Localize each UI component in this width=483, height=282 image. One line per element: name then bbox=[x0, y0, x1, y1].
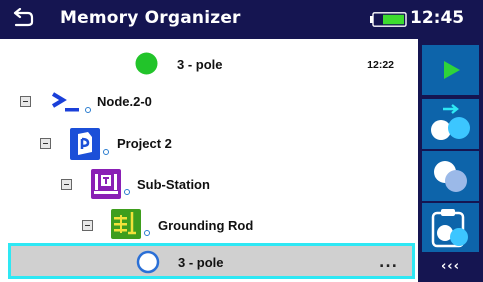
add-measurement-icon bbox=[430, 104, 470, 140]
clock: 12:45 bbox=[410, 8, 465, 28]
title-bar: Memory Organizer 12:45 bbox=[0, 0, 483, 39]
node-marker bbox=[103, 149, 109, 155]
play-icon bbox=[443, 61, 460, 79]
status-circle-icon bbox=[136, 250, 160, 274]
more-options-indicator: ... bbox=[379, 255, 398, 271]
battery-icon bbox=[370, 12, 407, 27]
measurement-label: 3 - pole bbox=[178, 255, 224, 270]
return-arrow-icon[interactable] bbox=[12, 8, 34, 28]
grounding-label: Grounding Rod bbox=[158, 218, 254, 233]
node-prompt-icon bbox=[51, 92, 79, 112]
tree-row-project[interactable]: Project 2 bbox=[0, 124, 418, 164]
node-label: Node.2-0 bbox=[97, 94, 152, 109]
substation-icon bbox=[91, 169, 121, 199]
clone-icon bbox=[433, 161, 467, 192]
status-dot-icon bbox=[135, 52, 158, 75]
grounding-rod-icon bbox=[111, 209, 141, 239]
add-measurement-button[interactable] bbox=[422, 99, 479, 149]
tree-row-measurement[interactable]: 3 - pole 12:22 bbox=[0, 47, 418, 87]
node-marker bbox=[85, 107, 91, 113]
tree-row-grounding-rod[interactable]: Grounding Rod bbox=[0, 205, 418, 245]
start-test-button[interactable] bbox=[422, 45, 479, 95]
tree-row-substation[interactable]: Sub-Station bbox=[0, 165, 418, 205]
substation-label: Sub-Station bbox=[137, 177, 210, 192]
measurement-time: 12:22 bbox=[367, 59, 394, 71]
project-icon bbox=[70, 128, 100, 160]
node-marker bbox=[144, 230, 150, 236]
chevron-left-icon: ‹‹‹ bbox=[440, 258, 461, 274]
collapse-toggle[interactable] bbox=[40, 138, 51, 149]
measurement-label: 3 - pole bbox=[177, 57, 223, 72]
collapse-toggle[interactable] bbox=[82, 220, 93, 231]
more-options-button[interactable]: ‹‹‹ bbox=[422, 252, 479, 280]
paste-measurement-button[interactable] bbox=[422, 203, 479, 253]
project-label: Project 2 bbox=[117, 136, 172, 151]
tree-row-node[interactable]: Node.2-0 bbox=[0, 84, 418, 124]
collapse-toggle[interactable] bbox=[61, 179, 72, 190]
node-marker bbox=[124, 189, 130, 195]
page-title: Memory Organizer bbox=[60, 8, 241, 28]
clone-measurement-button[interactable] bbox=[422, 151, 479, 201]
action-sidebar: ‹‹‹ bbox=[418, 39, 483, 282]
collapse-toggle[interactable] bbox=[20, 96, 31, 107]
tree-row-measurement-selected[interactable]: 3 - pole ... bbox=[8, 243, 415, 279]
paste-clipboard-icon bbox=[431, 209, 468, 248]
